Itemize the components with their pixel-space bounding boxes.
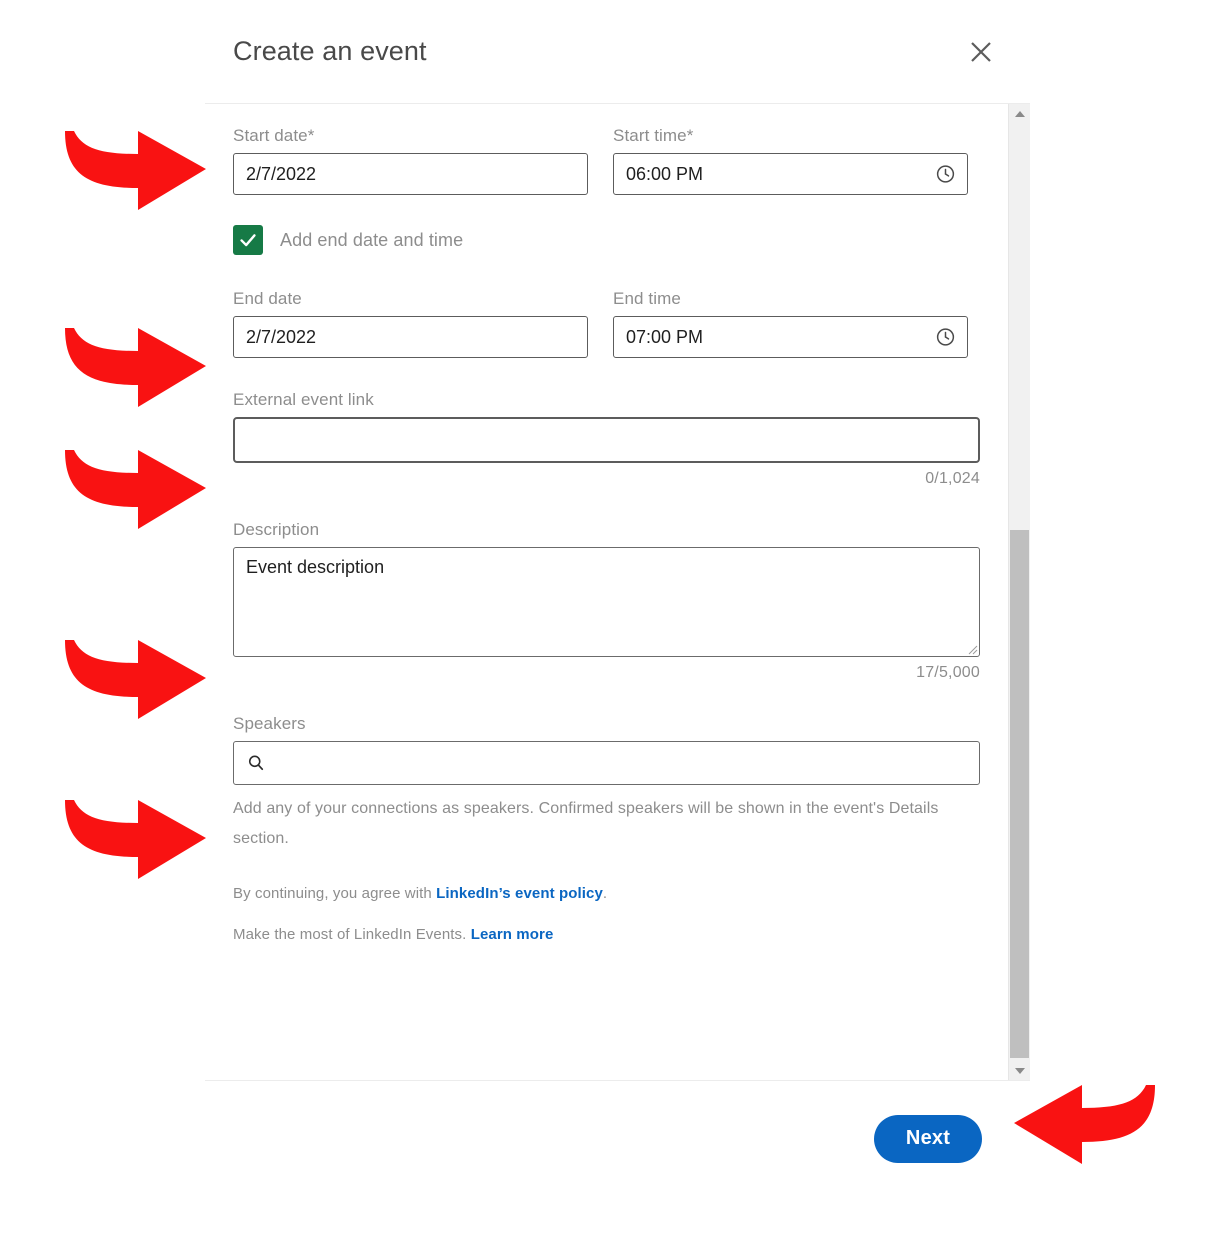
start-time-input[interactable]: 06:00 PM	[613, 153, 968, 195]
dialog-body-wrap: Start date* 2/7/2022 Start time* 06:00 P…	[205, 104, 1030, 1080]
caret-up-icon	[1014, 110, 1025, 117]
external-link-counter: 0/1,024	[925, 470, 980, 487]
search-icon	[246, 753, 266, 773]
description-textarea[interactable]: Event description	[233, 547, 980, 657]
end-time-input[interactable]: 07:00 PM	[613, 316, 968, 358]
add-end-datetime-checkbox[interactable]	[233, 225, 263, 255]
end-time-input-wrap: 07:00 PM	[613, 316, 968, 358]
close-icon	[967, 38, 995, 66]
speakers-helper-text: Add any of your connections as speakers.…	[233, 800, 939, 848]
start-date-input[interactable]: 2/7/2022	[233, 153, 588, 195]
next-button[interactable]: Next	[874, 1114, 982, 1163]
arrow-speakers	[60, 797, 210, 879]
description-field: Description Event description 17/5,000	[233, 520, 980, 682]
event-policy-link[interactable]: LinkedIn’s event policy	[436, 885, 603, 902]
check-icon	[237, 229, 259, 251]
start-time-label: Start time*	[613, 126, 968, 146]
end-time-label: End time	[613, 289, 681, 308]
event-policy-suffix: .	[602, 884, 608, 902]
close-button[interactable]	[960, 31, 1002, 73]
description-counter: 17/5,000	[916, 664, 980, 681]
external-link-input[interactable]	[233, 417, 980, 463]
start-time-label-text: Start time	[613, 126, 687, 145]
arrow-start-date	[60, 128, 210, 210]
learn-more-prefix: Make the most of LinkedIn Events.	[233, 925, 471, 943]
dialog-footer: Next	[205, 1080, 1030, 1196]
end-date-field: End date 2/7/2022	[233, 289, 588, 358]
learn-more-text: Make the most of LinkedIn Events. Learn …	[233, 926, 980, 943]
learn-more-link[interactable]: Learn more	[471, 926, 554, 943]
start-date-field: Start date* 2/7/2022	[233, 126, 588, 195]
event-policy-text: By continuing, you agree with LinkedIn’s…	[233, 885, 980, 902]
external-link-label: External event link	[233, 390, 374, 409]
caret-down-icon	[1014, 1067, 1025, 1074]
scroll-down-button[interactable]	[1009, 1061, 1030, 1080]
required-marker: *	[307, 126, 315, 145]
add-end-datetime-row: Add end date and time	[233, 225, 980, 255]
dialog-body: Start date* 2/7/2022 Start time* 06:00 P…	[205, 104, 1008, 1080]
page-title: Create an event	[233, 36, 427, 66]
scroll-up-button[interactable]	[1009, 104, 1030, 123]
add-end-datetime-label: Add end date and time	[280, 229, 464, 250]
end-date-label: End date	[233, 289, 302, 308]
arrow-external-link	[60, 447, 210, 529]
speakers-search-input[interactable]	[274, 751, 967, 775]
arrow-next-button	[1010, 1082, 1160, 1164]
end-date-input[interactable]: 2/7/2022	[233, 316, 588, 358]
event-policy-prefix: By continuing, you agree with	[233, 884, 437, 902]
start-time-field: Start time* 06:00 PM	[613, 126, 968, 195]
clock-icon[interactable]	[935, 327, 956, 348]
arrow-description	[60, 637, 210, 719]
description-label: Description	[233, 520, 320, 539]
required-marker: *	[686, 126, 694, 145]
end-time-field: End time 07:00 PM	[613, 289, 968, 358]
start-date-label: Start date*	[233, 126, 588, 146]
clock-icon[interactable]	[935, 164, 956, 185]
speakers-label: Speakers	[233, 714, 306, 733]
create-event-dialog: Create an event Start date* 2/7/2022 Sta…	[205, 0, 1030, 1196]
scrollbar-thumb[interactable]	[1010, 530, 1029, 1058]
dialog-header: Create an event	[205, 0, 1030, 104]
speakers-field: Speakers Add any of your connections as …	[233, 714, 980, 855]
end-datetime-row: End date 2/7/2022 End time 07:00 PM	[233, 289, 980, 358]
start-time-input-wrap: 06:00 PM	[613, 153, 968, 195]
speakers-search-box[interactable]	[233, 741, 980, 785]
external-link-field: External event link 0/1,024	[233, 390, 980, 488]
dialog-scrollbar[interactable]	[1008, 104, 1030, 1080]
arrow-end-date	[60, 325, 210, 407]
start-date-label-text: Start date	[233, 126, 308, 145]
start-datetime-row: Start date* 2/7/2022 Start time* 06:00 P…	[233, 126, 980, 195]
